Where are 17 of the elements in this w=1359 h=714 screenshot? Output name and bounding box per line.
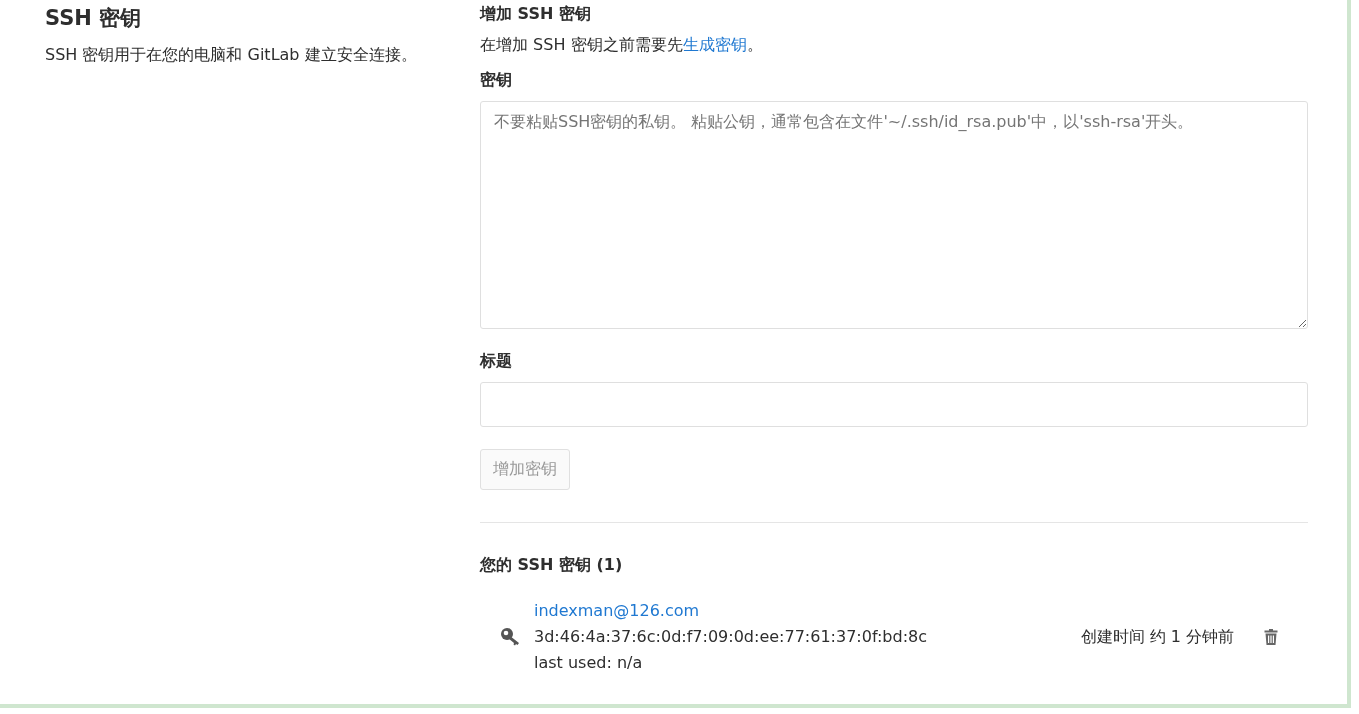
generate-key-link[interactable]: 生成密钥 xyxy=(682,35,747,54)
key-title-link[interactable]: indexman@126.com xyxy=(534,601,700,620)
form-title: 增加 SSH 密钥 xyxy=(480,4,591,25)
key-last-used: last used: n/a xyxy=(534,652,644,674)
key-created-time: 创建时间 约 1 分钟前 xyxy=(1080,626,1234,648)
key-label: 密钥 xyxy=(480,70,512,91)
key-icon xyxy=(500,627,522,647)
keys-list-title: 您的 SSH 密钥 (1) xyxy=(480,555,623,576)
key-fingerprint: 3d:46:4a:37:6c:0d:f7:09:0d:ee:77:61:37:0f:bd:8c xyxy=(534,626,928,648)
title-label: 标题 xyxy=(480,351,512,372)
section-description: SSH 密钥用于在您的电脑和 GitLab 建立安全连接。 xyxy=(45,44,418,66)
section-title: SSH 密钥 xyxy=(45,5,143,32)
title-input[interactable] xyxy=(480,382,1308,427)
delete-icon[interactable] xyxy=(1264,629,1278,645)
key-textarea[interactable]: 不要粘贴SSH密钥的私钥。 粘贴公钥，通常包含在文件'~/.ssh/id_rsa.pub'中，以'ssh-rsa'开头。 xyxy=(480,101,1308,329)
notice-end: 。 xyxy=(746,35,763,54)
notice-text: 在增加 SSH 密钥之前需要先 xyxy=(480,35,683,54)
